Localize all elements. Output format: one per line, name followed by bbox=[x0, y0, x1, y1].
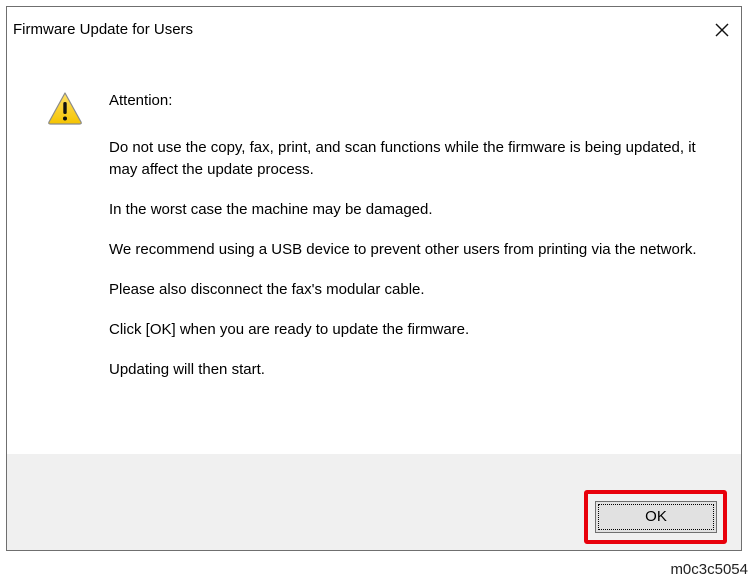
title-bar: Firmware Update for Users bbox=[7, 7, 741, 52]
attention-heading: Attention: bbox=[109, 92, 173, 109]
close-button[interactable] bbox=[707, 15, 737, 45]
firmware-update-dialog: Firmware Update for Users Attention: Do … bbox=[6, 6, 742, 551]
message-paragraph: Please also disconnect the fax's modular… bbox=[109, 281, 425, 298]
figure-code: m0c3c5054 bbox=[670, 561, 748, 578]
message-paragraph: Updating will then start. bbox=[109, 361, 265, 378]
ok-button-label: OK bbox=[598, 504, 714, 530]
ok-button[interactable]: OK bbox=[595, 501, 717, 533]
close-icon bbox=[715, 23, 729, 37]
warning-icon bbox=[47, 91, 83, 125]
message-paragraph: In the worst case the machine may be dam… bbox=[109, 201, 433, 218]
dialog-content: Attention: Do not use the copy, fax, pri… bbox=[7, 52, 741, 454]
message-paragraph: We recommend using a USB device to preve… bbox=[109, 241, 697, 258]
message-paragraph: Do not use the copy, fax, print, and sca… bbox=[109, 139, 696, 178]
dialog-title: Firmware Update for Users bbox=[13, 21, 194, 38]
message-body: Do not use the copy, fax, print, and sca… bbox=[109, 137, 709, 399]
dialog-footer: OK bbox=[7, 454, 741, 550]
message-paragraph: Click [OK] when you are ready to update … bbox=[109, 321, 470, 338]
